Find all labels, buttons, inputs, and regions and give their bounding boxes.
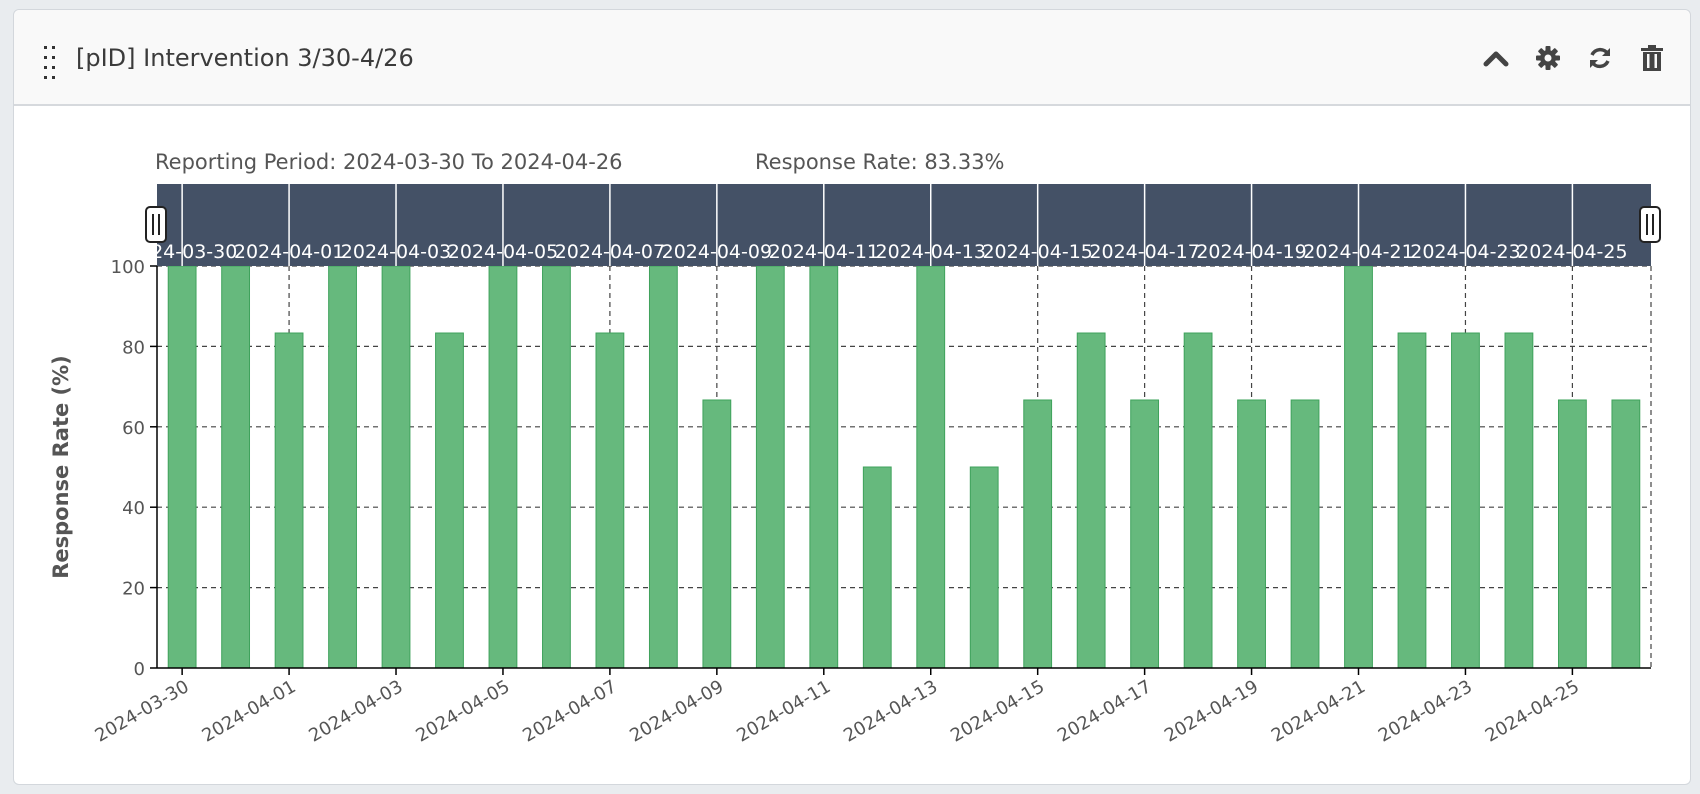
x-tick-label: 2024-04-21: [1268, 676, 1369, 746]
slider-tick-label: 2024-04-19: [1196, 241, 1306, 263]
bar-2024-04-01: [274, 332, 304, 669]
x-tick-label: 2024-04-09: [626, 676, 727, 746]
bar-2024-04-26: [1611, 399, 1641, 669]
bar-2024-04-18: [1183, 332, 1213, 669]
x-tick-label: 2024-04-17: [1054, 676, 1155, 746]
x-tick-label: 2024-04-23: [1375, 676, 1476, 746]
bar-2024-04-24: [1504, 332, 1534, 669]
x-tick-label: 2024-04-01: [198, 676, 299, 746]
bar-2024-04-07: [595, 332, 625, 669]
x-tick-label: 2024-04-13: [840, 676, 941, 746]
slider-tick-label: 2024-04-25: [1517, 241, 1627, 263]
bar-2024-04-25: [1557, 399, 1587, 669]
y-axis-title: Response Rate (%): [49, 355, 73, 579]
bar-2024-04-09: [702, 399, 732, 669]
y-tick-label: 0: [134, 659, 145, 680]
slider-handle-left[interactable]: [145, 206, 167, 243]
bar-2024-04-11: [809, 265, 839, 669]
x-tick-label: 2024-04-19: [1161, 676, 1262, 746]
slider-tick-label: 2024-04-17: [1089, 241, 1199, 263]
bar-2024-04-14: [969, 466, 999, 669]
y-tick-label: 80: [122, 337, 145, 358]
slider-tick-label: 2024-04-23: [1410, 241, 1520, 263]
bar-2024-03-31: [221, 265, 251, 669]
bar-2024-04-16: [1076, 332, 1106, 669]
bar-2024-04-06: [542, 265, 571, 669]
x-tick-label: 2024-04-05: [412, 676, 513, 746]
bar-2024-04-15: [1023, 399, 1053, 669]
bar-2024-04-23: [1451, 332, 1480, 669]
bar-2024-03-30: [167, 265, 197, 669]
x-tick-label: 2024-04-07: [519, 676, 620, 746]
slider-tick-label: 2024-04-15: [982, 241, 1092, 263]
bar-2024-04-08: [648, 265, 678, 669]
slider-handle-right[interactable]: [1639, 206, 1661, 243]
slider-tick-label: 2024-04-03: [341, 241, 451, 263]
bar-2024-04-10: [755, 265, 785, 669]
y-tick-label: 100: [111, 257, 145, 278]
slider-tick-label: 2024-04-05: [448, 241, 558, 263]
y-tick-label: 60: [122, 418, 145, 439]
bar-2024-04-04: [435, 332, 464, 669]
bar-2024-04-22: [1397, 332, 1427, 669]
bar-2024-04-05: [488, 265, 518, 669]
bar-2024-04-03: [381, 265, 411, 669]
bar-2024-04-12: [862, 466, 892, 669]
x-tick-label: 2024-03-30: [92, 676, 193, 746]
x-tick-label: 2024-04-03: [305, 676, 406, 746]
y-tick-label: 20: [122, 579, 145, 600]
bar-2024-04-20: [1290, 399, 1320, 669]
bar-2024-04-02: [328, 265, 357, 669]
bar-2024-04-13: [916, 265, 946, 669]
slider-tick-label: 2024-04-13: [876, 241, 986, 263]
slider-tick-label: 2024-04-21: [1303, 241, 1413, 263]
response-rate-chart: Reporting Period: 2024-03-30 To 2024-04-…: [49, 150, 1661, 747]
bar-2024-04-17: [1130, 399, 1160, 669]
reporting-period: Reporting Period: 2024-03-30 To 2024-04-…: [155, 150, 623, 174]
x-tick-label: 2024-04-25: [1482, 676, 1583, 746]
slider-tick-label: 2024-04-07: [555, 241, 665, 263]
slider-tick-label: 2024-04-09: [662, 241, 772, 263]
bar-2024-04-21: [1344, 265, 1373, 669]
y-tick-label: 40: [122, 498, 145, 519]
response-rate-summary: Response Rate: 83.33%: [755, 150, 1005, 174]
x-tick-label: 2024-04-11: [733, 676, 834, 746]
slider-tick-label: 2024-04-11: [769, 241, 879, 263]
slider-tick-label: 2024-04-01: [234, 241, 344, 263]
bar-2024-04-19: [1237, 399, 1266, 669]
x-tick-label: 2024-04-15: [947, 676, 1048, 746]
